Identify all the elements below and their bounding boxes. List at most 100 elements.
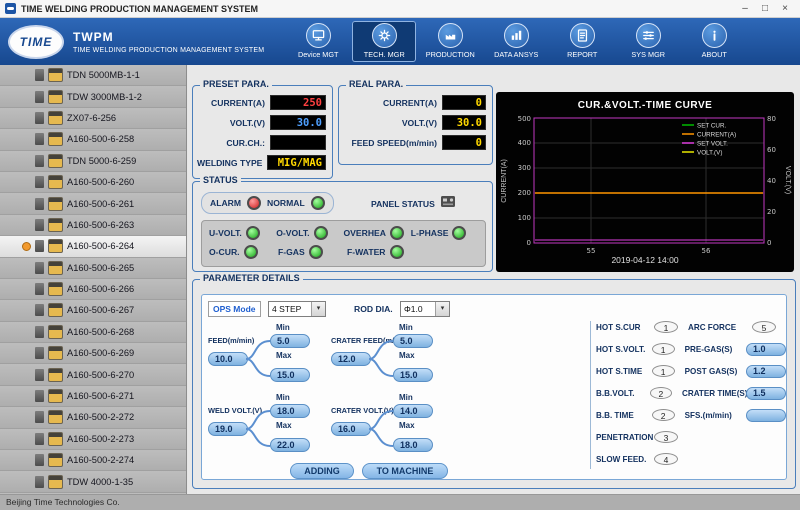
welder-machine-icon bbox=[48, 325, 63, 339]
svg-text:20: 20 bbox=[767, 208, 776, 216]
weld-volt-value-field[interactable]: 19.0 bbox=[208, 422, 248, 436]
nav-tech-mgr[interactable]: TECH. MGR bbox=[352, 21, 416, 62]
device-list-item[interactable]: A160-500-6-266 bbox=[0, 279, 186, 300]
brace-connector bbox=[369, 335, 395, 381]
device-list-item[interactable]: TDW 4000-1-35 bbox=[0, 471, 186, 492]
nav-data-ansys[interactable]: DATA ANSYS bbox=[484, 21, 548, 62]
svg-text:CURRENT(A): CURRENT(A) bbox=[697, 132, 736, 139]
weld-volt-max-field[interactable]: 22.0 bbox=[270, 438, 310, 452]
crater-feed-max-field[interactable]: 15.0 bbox=[393, 368, 433, 382]
ops-dropdown-arrow-icon[interactable]: ▾ bbox=[311, 302, 325, 316]
device-list-item[interactable]: A160-500-6-269 bbox=[0, 343, 186, 364]
device-label: A160-500-6-271 bbox=[67, 391, 134, 401]
nav-sys-mgr[interactable]: SYS MGR bbox=[616, 21, 680, 62]
weld-volt-min-field[interactable]: 18.0 bbox=[270, 404, 310, 418]
preset-para-title: PRESET PARA. bbox=[200, 79, 272, 89]
device-chip-icon bbox=[35, 219, 44, 231]
device-label: TDN 5000-6-259 bbox=[67, 156, 136, 166]
hot-s-volt-field[interactable]: 1 bbox=[652, 343, 675, 355]
crater-time-field[interactable]: 1.5 bbox=[746, 387, 786, 400]
minimize-button[interactable]: – bbox=[735, 1, 755, 17]
nav-device-mgt[interactable]: Device MGT bbox=[286, 21, 350, 62]
device-label: TDW 3000MB-1-2 bbox=[67, 92, 142, 102]
penetration-field[interactable]: 3 bbox=[654, 431, 678, 443]
app-icon bbox=[5, 3, 16, 14]
setting-row-hot-s-volt: HOT S.VOLT. 1 PRE-GAS(S) 1.0 bbox=[596, 342, 786, 356]
device-list-item[interactable]: A160-500-2-274 bbox=[0, 450, 186, 471]
svg-text:500: 500 bbox=[518, 115, 531, 123]
device-list-item[interactable]: A160-500-6-261 bbox=[0, 193, 186, 214]
pre-gas-field[interactable]: 1.0 bbox=[746, 343, 786, 356]
production-factory-icon bbox=[438, 23, 463, 48]
feed-max-field[interactable]: 15.0 bbox=[270, 368, 310, 382]
status-indicator-label: OVERHEA bbox=[344, 228, 387, 238]
post-gas-field[interactable]: 1.2 bbox=[746, 365, 786, 378]
app-abbr: TWPM bbox=[73, 30, 264, 44]
device-list-item[interactable]: A160-500-6-268 bbox=[0, 322, 186, 343]
device-list-item[interactable]: A160-500-6-258 bbox=[0, 129, 186, 150]
panel-status: PANEL STATUS bbox=[371, 195, 456, 213]
crater-feed-value-field[interactable]: 12.0 bbox=[331, 352, 371, 366]
maximize-button[interactable]: □ bbox=[755, 1, 775, 17]
device-list-item[interactable]: ZX07-6-256 bbox=[0, 108, 186, 129]
device-list-item[interactable]: A160-500-2-272 bbox=[0, 407, 186, 428]
device-list-item[interactable]: TDW 3000MB-1-2 bbox=[0, 86, 186, 107]
welder-machine-icon bbox=[48, 90, 63, 104]
bb-volt-field[interactable]: 2 bbox=[650, 387, 672, 399]
hot-s-cur-field[interactable]: 1 bbox=[654, 321, 678, 333]
crater-volt-max-field[interactable]: 18.0 bbox=[393, 438, 433, 452]
ops-mode-select[interactable]: 4 STEP ▾ bbox=[268, 301, 326, 317]
real-current-row: CURRENT(A) 0 bbox=[343, 95, 486, 110]
arc-force-field[interactable]: 5 bbox=[752, 321, 776, 333]
preset-current-row: CURRENT(A) 250 bbox=[197, 95, 326, 110]
adding-button[interactable]: ADDING bbox=[290, 463, 354, 479]
sfs-field[interactable] bbox=[746, 409, 786, 422]
alarm-normal-box: ALARM NORMAL bbox=[201, 192, 334, 214]
ops-mode-label: OPS Mode bbox=[208, 301, 261, 317]
welder-machine-icon bbox=[48, 389, 63, 403]
device-list-item[interactable]: A160-500-6-260 bbox=[0, 172, 186, 193]
slow-feed-field[interactable]: 4 bbox=[654, 453, 678, 465]
svg-text:VOLT.(V): VOLT.(V) bbox=[697, 150, 722, 157]
nav-about[interactable]: ABOUT bbox=[682, 21, 746, 62]
device-chip-icon bbox=[35, 240, 44, 252]
rod-dropdown-arrow-icon[interactable]: ▾ bbox=[435, 302, 449, 316]
device-chip-icon bbox=[35, 69, 44, 81]
device-list-item[interactable]: A160-500-6-264 bbox=[0, 236, 186, 257]
close-button[interactable]: × bbox=[775, 1, 795, 17]
bb-time-field[interactable]: 2 bbox=[652, 409, 675, 421]
weld-volt-param-group: Min WELD VOLT.(V) 18.0 19.0 Max 22.0 bbox=[206, 393, 316, 453]
normal-label: NORMAL bbox=[267, 198, 305, 208]
feed-value-field[interactable]: 10.0 bbox=[208, 352, 248, 366]
device-mgt-icon bbox=[306, 23, 331, 48]
feed-min-field[interactable]: 5.0 bbox=[270, 334, 310, 348]
time-logo: TIME bbox=[8, 25, 64, 59]
welder-machine-icon bbox=[48, 432, 63, 446]
to-machine-button[interactable]: TO MACHINE bbox=[362, 463, 448, 479]
status-indicator-label: U-VOLT. bbox=[209, 228, 242, 238]
device-list-item[interactable]: A160-500-2-273 bbox=[0, 429, 186, 450]
device-chip-icon bbox=[35, 390, 44, 402]
rod-dia-select[interactable]: Φ1.0 ▾ bbox=[400, 301, 450, 317]
device-list-item[interactable]: TDN 5000MB-1-1 bbox=[0, 65, 186, 86]
device-list-item[interactable]: TDN 5000-6-259 bbox=[0, 151, 186, 172]
nav-report[interactable]: REPORT bbox=[550, 21, 614, 62]
crater-volt-min-field[interactable]: 14.0 bbox=[393, 404, 433, 418]
device-list-item[interactable]: A160-500-6-267 bbox=[0, 300, 186, 321]
welder-machine-icon bbox=[48, 282, 63, 296]
device-label: A160-500-6-267 bbox=[67, 305, 134, 315]
welder-machine-icon bbox=[48, 368, 63, 382]
device-label: A160-500-6-270 bbox=[67, 370, 134, 380]
panel-status-label: PANEL STATUS bbox=[371, 199, 435, 209]
welder-machine-icon bbox=[48, 154, 63, 168]
device-list-item[interactable]: A160-500-6-271 bbox=[0, 386, 186, 407]
nav-production[interactable]: PRODUCTION bbox=[418, 21, 482, 62]
device-list-item[interactable]: A160-500-6-270 bbox=[0, 364, 186, 385]
hot-s-time-field[interactable]: 1 bbox=[652, 365, 675, 377]
panel-status-icon bbox=[440, 195, 456, 213]
crater-feed-min-field[interactable]: 5.0 bbox=[393, 334, 433, 348]
device-list-item[interactable]: A160-500-6-263 bbox=[0, 215, 186, 236]
crater-volt-value-field[interactable]: 16.0 bbox=[331, 422, 371, 436]
device-list-item[interactable]: A160-500-6-265 bbox=[0, 258, 186, 279]
device-label: A160-500-2-273 bbox=[67, 434, 134, 444]
